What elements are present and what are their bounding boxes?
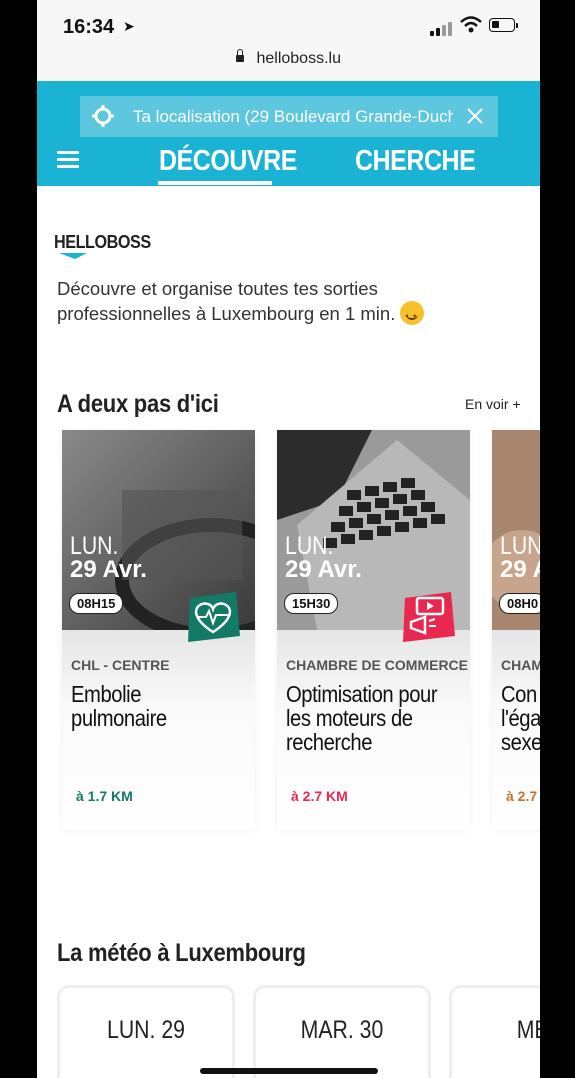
location-target-icon — [92, 105, 114, 127]
close-icon[interactable] — [465, 106, 485, 126]
smile-emoji-icon — [400, 301, 425, 328]
event-title: Con l'éga sexe — [501, 681, 540, 755]
heart-pulse-icon — [188, 592, 240, 642]
event-title: Optimisation pour les moteurs de recherc… — [286, 681, 438, 755]
address-bar[interactable]: helloboss.lu — [37, 44, 540, 81]
menu-icon[interactable] — [57, 151, 79, 169]
signal-icon — [430, 20, 454, 36]
location-text: Ta localisation (29 Boulevard Grande-Duc… — [133, 107, 453, 126]
tab-decouvre[interactable]: DÉCOUVRE — [159, 145, 297, 178]
event-time: 08H0 — [499, 593, 540, 614]
tagline: Découvre et organise toutes tes sorties … — [57, 278, 396, 324]
event-distance: à 2.7 KM — [291, 788, 348, 804]
event-card[interactable]: LUN. 29 Avr. 08H0 CHAM Con l'éga sexe à … — [492, 430, 540, 830]
event-date: 29 Avr. — [500, 556, 540, 583]
event-venue: CHL - CENTRE — [71, 657, 170, 673]
event-time: 08H15 — [69, 593, 124, 614]
weather-title: La météo à Luxembourg — [57, 939, 306, 967]
event-card[interactable]: LUN. 29 Avr. 15H30 CHAMBRE DE COMMERCE O… — [277, 430, 470, 830]
event-venue: CHAM — [501, 657, 540, 673]
lock-icon — [236, 49, 245, 62]
helloboss-logo: HELLOBOSS — [54, 232, 162, 259]
location-banner[interactable]: Ta localisation (29 Boulevard Grande-Duc… — [80, 96, 498, 137]
location-arrow-icon: ➤ — [123, 18, 135, 34]
nearby-title: A deux pas d'ici — [57, 390, 219, 418]
app-header: Ta localisation (29 Boulevard Grande-Duc… — [37, 81, 540, 186]
status-time: 16:34 — [63, 16, 115, 38]
tab-cherche[interactable]: CHERCHE — [355, 145, 476, 178]
intro-text: Découvre et organise toutes tes sorties … — [57, 277, 477, 328]
screen: 16:34 ➤ helloboss.lu Ta localisation (29… — [37, 0, 540, 1078]
weather-day-label: MER — [516, 1016, 540, 1044]
event-time: 15H30 — [284, 593, 339, 614]
logo-swoosh-icon — [59, 253, 87, 259]
weather-day-card[interactable]: MER — [449, 985, 540, 1078]
event-venue: CHAMBRE DE COMMERCE — [286, 657, 468, 673]
event-date: 29 Avr. — [70, 556, 147, 583]
weather-day-card[interactable]: LUN. 29 — [57, 985, 235, 1078]
event-distance: à 2.7 — [506, 788, 538, 804]
wifi-icon — [460, 16, 482, 33]
url-text: helloboss.lu — [256, 50, 341, 67]
active-tab-indicator — [158, 181, 272, 185]
weather-day-card[interactable]: MAR. 30 — [253, 985, 431, 1078]
event-title: Embolie pulmonaire — [71, 681, 167, 731]
event-distance: à 1.7 KM — [76, 788, 133, 804]
megaphone-icon — [403, 592, 455, 642]
weather-day-label: MAR. 30 — [300, 1016, 384, 1044]
event-card[interactable]: LUN. 29 Avr. 08H15 CHL - CENTRE Embolie … — [62, 430, 255, 830]
event-date: 29 Avr. — [285, 556, 362, 583]
see-more-link[interactable]: En voir + — [465, 396, 521, 412]
battery-icon — [489, 18, 518, 32]
home-indicator[interactable] — [200, 1068, 378, 1074]
weather-day-label: LUN. 29 — [107, 1016, 185, 1044]
